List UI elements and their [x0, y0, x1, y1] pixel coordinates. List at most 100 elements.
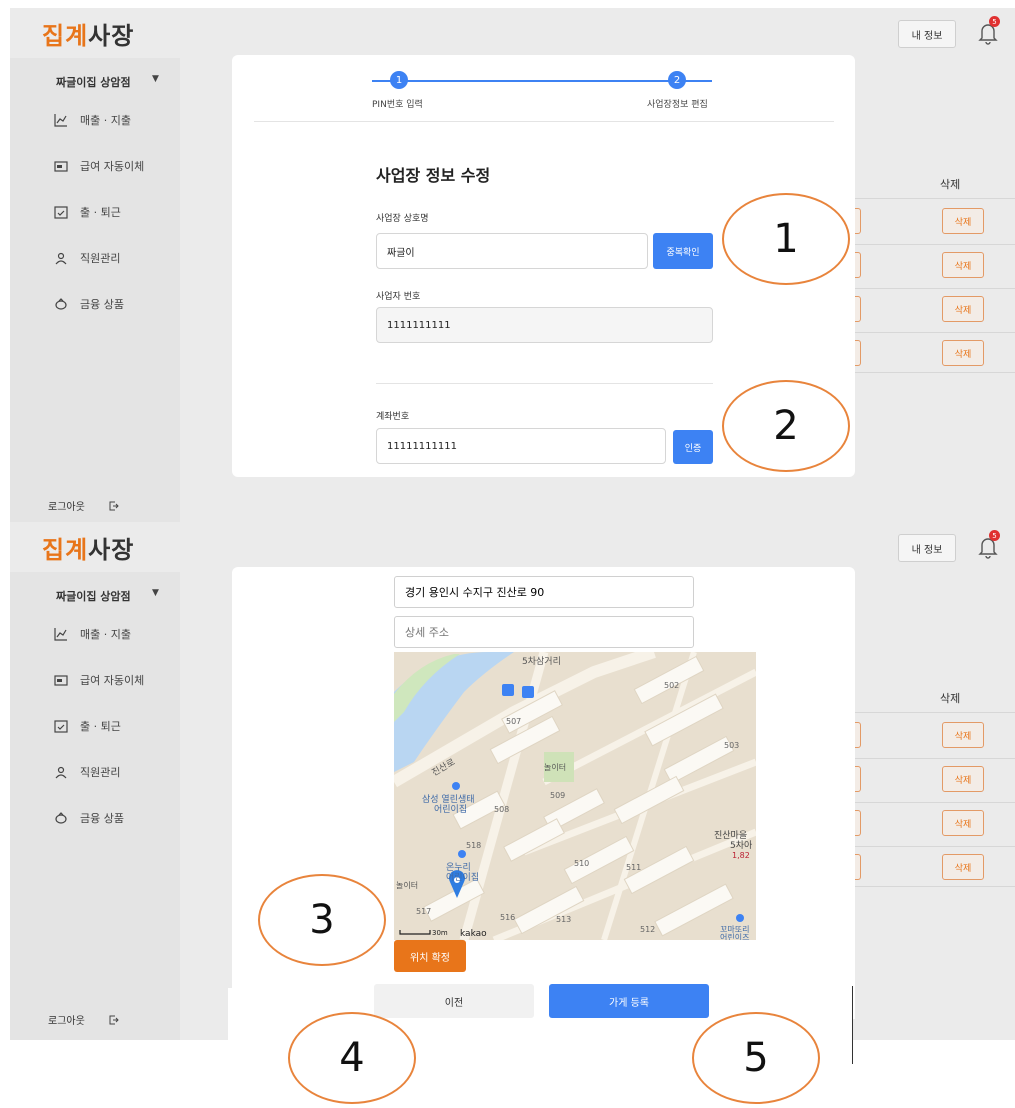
- store-dropdown-caret[interactable]: ▼: [152, 588, 159, 598]
- piggy-bank-icon: [55, 812, 67, 824]
- account-input[interactable]: 11111111111: [376, 428, 666, 464]
- edit-button-partial[interactable]: [855, 252, 861, 278]
- address-field[interactable]: 경기 용인시 수지구 진산로 90: [394, 576, 694, 608]
- detail-address-input[interactable]: [394, 616, 694, 648]
- map-building-502: 502: [664, 681, 679, 690]
- map-label-daycare1: 삼성 열린생태: [422, 794, 475, 805]
- delete-button[interactable]: 삭제: [942, 208, 984, 234]
- map-scale-label: 30m: [432, 929, 448, 937]
- map-building-509: 509: [550, 791, 565, 800]
- map-label-village: 진산마을: [714, 830, 747, 841]
- register-store-button[interactable]: 가게 등록: [549, 984, 709, 1018]
- edit-button-partial[interactable]: [855, 340, 861, 366]
- logout-label: 로그아웃: [48, 502, 85, 513]
- sidebar-item-finance[interactable]: 금융 상품: [54, 294, 124, 314]
- my-info-button[interactable]: 내 정보: [898, 20, 956, 48]
- confirm-location-button[interactable]: 위치 확정: [394, 940, 466, 972]
- map-building-507: 507: [506, 717, 521, 726]
- store-name[interactable]: 짜글이집 상암점: [56, 74, 131, 90]
- map-building-516: 516: [500, 913, 515, 922]
- sidebar-item-sales[interactable]: 매출 · 지출: [54, 110, 131, 130]
- logo-part1: 집계: [42, 536, 89, 564]
- annotation-3: 3: [258, 874, 386, 966]
- logout-icon: [109, 501, 119, 510]
- stepper-divider: [254, 121, 834, 122]
- delete-button[interactable]: 삭제: [942, 810, 984, 836]
- map-building-518: 518: [466, 841, 481, 850]
- step1-label: PIN번호 입력: [372, 100, 423, 110]
- logout-button[interactable]: 로그아웃: [48, 1012, 119, 1027]
- app-header: 집계사장 내 정보 5: [10, 522, 1015, 572]
- table-divider: [855, 244, 1015, 245]
- table-divider: [855, 712, 1015, 713]
- map-building-511: 511: [626, 863, 641, 872]
- person-icon: [55, 252, 67, 265]
- app-logo[interactable]: 집계사장: [42, 16, 134, 51]
- poi-daycare-icon[interactable]: [452, 782, 460, 790]
- map-label-intersection: 5차삼거리: [522, 655, 561, 667]
- notification-badge: 5: [989, 530, 1000, 541]
- business-number-field: 1111111111: [376, 307, 713, 343]
- sidebar-item-label: 금융 상품: [80, 812, 124, 825]
- poi-daycare-icon[interactable]: [736, 914, 744, 922]
- edge-line: [852, 986, 853, 1064]
- edit-button-partial[interactable]: [855, 208, 861, 234]
- sidebar-item-attendance[interactable]: 출 · 퇴근: [54, 202, 121, 222]
- piggy-bank-icon: [55, 298, 67, 310]
- duplicate-check-button[interactable]: 중복확인: [653, 233, 713, 269]
- sidebar-item-label: 출 · 퇴근: [80, 206, 121, 219]
- table-divider: [855, 886, 1015, 887]
- sidebar: 짜글이집 상암점 ▼ 매출 · 지출 급여 자동이체 출 · 퇴근 직원관리 금…: [10, 58, 180, 526]
- store-dropdown-caret[interactable]: ▼: [152, 74, 159, 84]
- sidebar-item-sales[interactable]: 매출 · 지출: [54, 624, 131, 644]
- logout-button[interactable]: 로그아웃: [48, 498, 119, 513]
- sidebar-item-finance[interactable]: 금융 상품: [54, 808, 124, 828]
- sidebar-item-attendance[interactable]: 출 · 퇴근: [54, 716, 121, 736]
- delete-button[interactable]: 삭제: [942, 854, 984, 880]
- sidebar-item-staff[interactable]: 직원관리: [54, 762, 120, 782]
- chart-line-icon: [54, 114, 67, 127]
- sidebar-item-payroll[interactable]: 급여 자동이체: [54, 156, 144, 176]
- delete-button[interactable]: 삭제: [942, 340, 984, 366]
- business-name-input[interactable]: 짜글이: [376, 233, 648, 269]
- sidebar-item-staff[interactable]: 직원관리: [54, 248, 120, 268]
- chart-line-icon: [54, 628, 67, 641]
- calendar-check-icon: [54, 206, 68, 219]
- my-info-button[interactable]: 내 정보: [898, 534, 956, 562]
- bus-stop-icon[interactable]: [522, 686, 534, 698]
- sidebar-item-label: 매출 · 지출: [80, 114, 131, 127]
- map-label-daycare2: 온누리: [446, 862, 471, 873]
- edit-button-partial[interactable]: [855, 810, 861, 836]
- edit-button-partial[interactable]: [855, 722, 861, 748]
- wallet-icon: [54, 675, 68, 686]
- delete-button[interactable]: 삭제: [942, 252, 984, 278]
- sidebar-item-label: 직원관리: [80, 252, 121, 265]
- prev-button[interactable]: 이전: [374, 984, 534, 1018]
- delete-column-header: 삭제: [940, 692, 961, 705]
- edit-button-partial[interactable]: [855, 296, 861, 322]
- logout-icon: [109, 1015, 119, 1024]
- map-building-513: 513: [556, 915, 571, 924]
- map-building-503: 503: [724, 741, 739, 750]
- calendar-check-icon: [54, 720, 68, 733]
- delete-button[interactable]: 삭제: [942, 766, 984, 792]
- edit-button-partial[interactable]: [855, 854, 861, 880]
- edit-button-partial[interactable]: [855, 766, 861, 792]
- sidebar: 짜글이집 상암점 ▼ 매출 · 지출 급여 자동이체 출 · 퇴근 직원관리 금…: [10, 572, 180, 1040]
- poi-daycare-icon[interactable]: [458, 850, 466, 858]
- bus-stop-icon[interactable]: [502, 684, 514, 696]
- store-name[interactable]: 짜글이집 상암점: [56, 588, 131, 604]
- map-label-village-line3: 1,82: [732, 851, 750, 860]
- sidebar-item-label: 급여 자동이체: [80, 674, 145, 687]
- logo-part2: 사장: [88, 22, 135, 50]
- app-logo[interactable]: 집계사장: [42, 530, 134, 565]
- logo-part1: 집계: [42, 22, 89, 50]
- verify-button[interactable]: 인증: [673, 430, 713, 464]
- table-divider: [855, 758, 1015, 759]
- sidebar-item-payroll[interactable]: 급여 자동이체: [54, 670, 144, 690]
- delete-button[interactable]: 삭제: [942, 296, 984, 322]
- account-label: 계좌번호: [376, 412, 410, 422]
- sidebar-item-label: 매출 · 지출: [80, 628, 131, 641]
- delete-button[interactable]: 삭제: [942, 722, 984, 748]
- kakao-map[interactable]: 5차삼거리 진산로 놀이터 삼성 열린생태 어린이집 온누리 어린이집 놀이터 …: [394, 652, 756, 940]
